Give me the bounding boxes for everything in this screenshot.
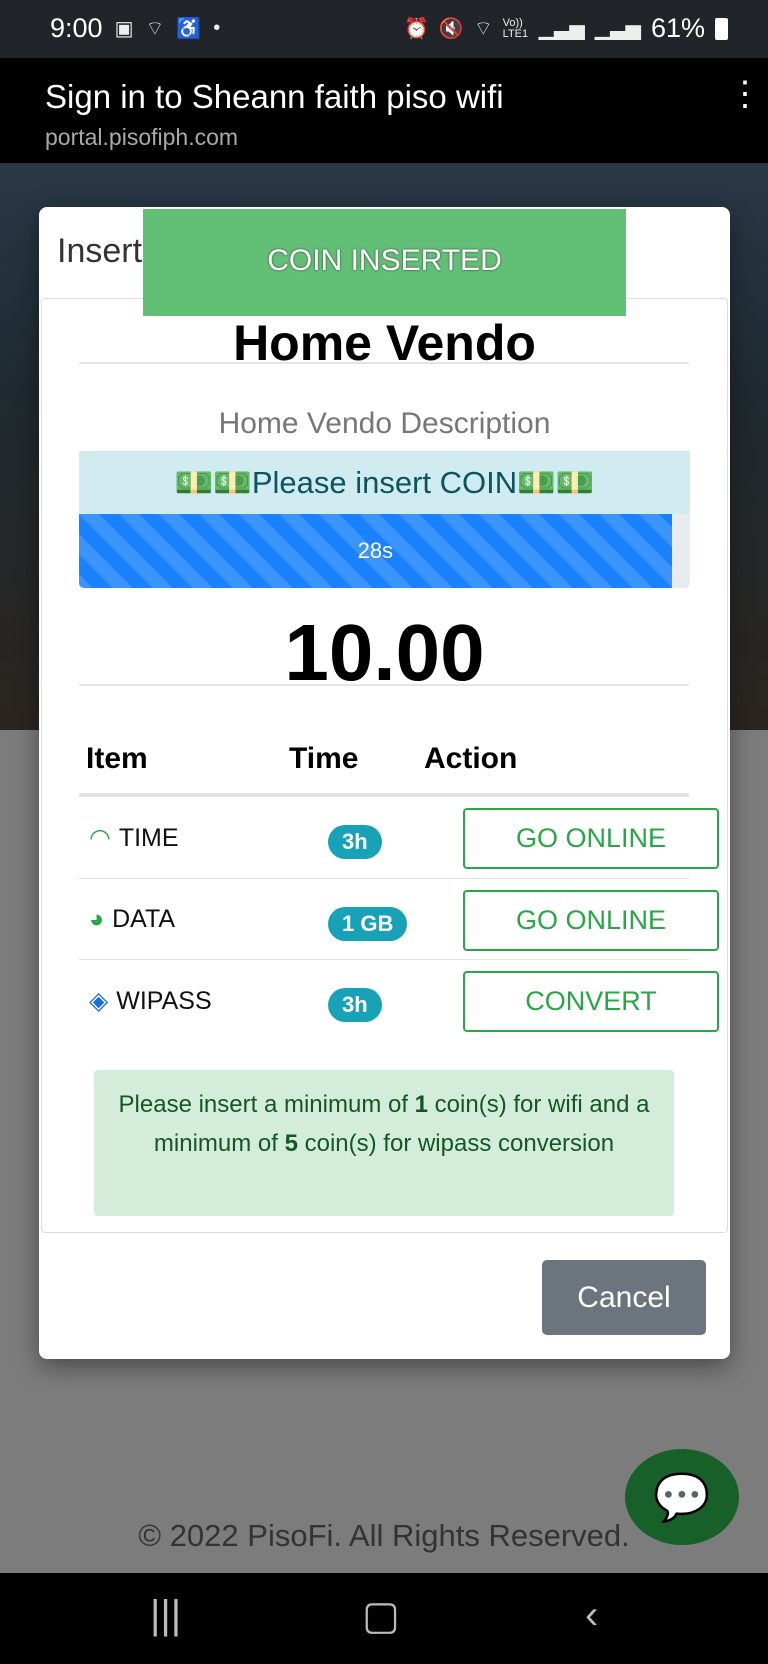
table-row: ◠ TIME 3h GO ONLINE [79,797,719,879]
browser-header: Sign in to Sheann faith piso wifi portal… [0,58,768,163]
ticket-icon: ◈ [89,987,109,1015]
accessibility-icon: ♿ [176,18,202,40]
url: portal.pisofiph.com [45,124,239,150]
progress-fill: 28s [79,514,672,588]
item-label: DATA [112,905,176,933]
volte-icon: Vo)) LTE1 [502,16,529,40]
time-badge: 3h [328,825,382,859]
convert-button[interactable]: CONVERT [463,971,719,1032]
battery-icon [715,17,728,40]
divider [79,684,689,686]
header-item: Item [86,742,148,775]
item-label: WIPASS [116,986,212,1015]
alarm-icon: ⏰ [404,18,429,40]
signal-icon: ▁▃▅ [538,18,585,40]
wifi-icon: ◠ [89,824,111,852]
info-text: coin(s) for wipass conversion [297,1130,615,1157]
recents-icon[interactable]: ||| [150,1593,181,1638]
vendo-description: Home Vendo Description [218,407,551,440]
home-icon[interactable]: ▢ [362,1593,400,1639]
cancel-button[interactable]: Cancel [542,1260,706,1335]
coin-inserted-toast: COIN INSERTED [143,209,626,316]
wipass-badge: 3h [328,988,382,1022]
min-wifi-coins: 1 [414,1091,429,1118]
back-icon[interactable]: ‹ [585,1593,598,1638]
insert-coin-modal: Insert Coin Home Vendo Home Vendo Descri… [39,207,730,1359]
dot-icon: • [213,17,221,39]
signal-icon-2: ▁▃▅ [594,18,641,40]
mute-icon: 🔇 [438,18,464,40]
status-bar: 9:00 ▣ ⌔ ♿ • ⏰ 🔇 ⌔ Vo)) LTE1 ▁▃▅ ▁▃▅ 61% [0,0,768,58]
more-menu-icon[interactable]: ⋮ [728,77,762,111]
minimum-coin-info: Please insert a minimum of 1 coin(s) for… [94,1070,674,1216]
min-wipass-coins: 5 [284,1130,298,1157]
info-text: Please insert a minimum of [118,1091,415,1118]
android-nav-bar: ||| ▢ ‹ [0,1573,768,1664]
header-action: Action [424,742,518,775]
page-title: Sign in to Sheann faith piso wifi [45,78,504,115]
go-online-data-button[interactable]: GO ONLINE [463,890,719,951]
image-icon: ▣ [114,18,134,40]
table-row: ◈ WIPASS 3h CONVERT [79,960,719,1042]
wifi-icon: ⌔ [473,18,493,40]
wifi-question-icon: ⌔ [145,18,165,40]
go-online-time-button[interactable]: GO ONLINE [463,808,719,869]
divider [79,362,689,364]
chat-button[interactable]: 💬 [625,1449,739,1545]
clock: 9:00 [50,13,103,43]
battery-percent: 61% [650,13,705,43]
countdown-progress: 28s [79,514,690,588]
table-row: ◕ DATA 1 GB GO ONLINE [79,879,719,961]
insert-coin-alert: 💵💵Please insert COIN💵💵 [79,451,690,514]
item-label: TIME [118,823,179,852]
chat-icon: 💬 [653,1470,711,1523]
dashboard-gauge-icon: ◕ [89,905,105,933]
header-time: Time [289,742,359,775]
data-badge: 1 GB [328,907,408,941]
